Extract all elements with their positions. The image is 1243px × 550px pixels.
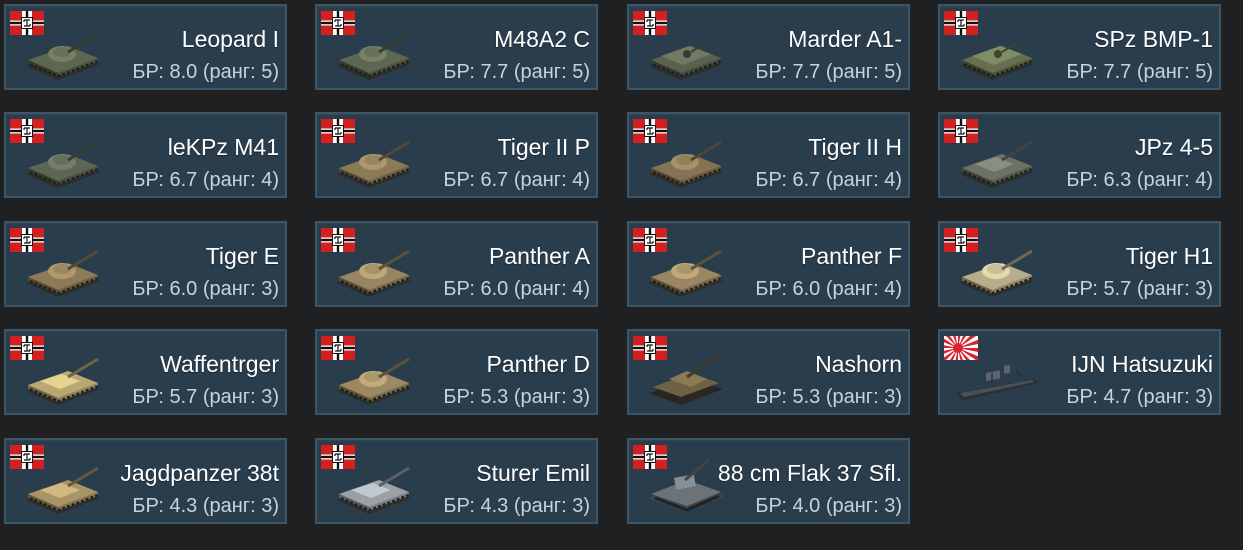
- vehicle-name: Tiger II H: [808, 134, 902, 160]
- battle-rating: БР: 6.3 (ранг: 4): [1066, 169, 1213, 191]
- vehicle-card[interactable]: Jagdpanzer 38t БР: 4.3 (ранг: 3): [4, 438, 287, 524]
- germany-flag-icon: [633, 228, 667, 252]
- germany-flag-icon: [321, 336, 355, 360]
- vehicle-name: Waffentrger: [160, 351, 279, 377]
- battle-rating: БР: 7.7 (ранг: 5): [755, 61, 902, 83]
- germany-flag-icon: [10, 445, 44, 469]
- germany-flag-icon: [633, 336, 667, 360]
- vehicle-name: IJN Hatsuzuki: [1071, 351, 1213, 377]
- germany-flag-icon: [944, 119, 978, 143]
- vehicle-name: Panther F: [801, 243, 902, 269]
- vehicle-name: JPz 4-5: [1135, 134, 1213, 160]
- battle-rating: БР: 8.0 (ранг: 5): [132, 61, 279, 83]
- battle-rating: БР: 6.0 (ранг: 3): [132, 278, 279, 300]
- germany-flag-icon: [633, 11, 667, 35]
- vehicle-grid: Leopard I БР: 8.0 (ранг: 5) M48A2 C БР: 7.…: [0, 0, 1243, 550]
- vehicle-card[interactable]: leKPz M41 БР: 6.7 (ранг: 4): [4, 112, 287, 198]
- battle-rating: БР: 6.7 (ранг: 4): [443, 169, 590, 191]
- vehicle-card[interactable]: Tiger H1 БР: 5.7 (ранг: 3): [938, 221, 1221, 307]
- battle-rating: БР: 5.7 (ранг: 3): [1066, 278, 1213, 300]
- germany-flag-icon: [321, 228, 355, 252]
- battle-rating: БР: 6.7 (ранг: 4): [132, 169, 279, 191]
- vehicle-card[interactable]: Panther D БР: 5.3 (ранг: 3): [315, 329, 598, 415]
- vehicle-name: M48A2 C: [494, 26, 590, 52]
- battle-rating: БР: 7.7 (ранг: 5): [443, 61, 590, 83]
- vehicle-name: Sturer Emil: [476, 460, 590, 486]
- vehicle-card[interactable]: Leopard I БР: 8.0 (ранг: 5): [4, 4, 287, 90]
- vehicle-card[interactable]: Nashorn БР: 5.3 (ранг: 3): [627, 329, 910, 415]
- germany-flag-icon: [321, 119, 355, 143]
- battle-rating: БР: 5.3 (ранг: 3): [755, 386, 902, 408]
- vehicle-card[interactable]: Tiger II P БР: 6.7 (ранг: 4): [315, 112, 598, 198]
- germany-flag-icon: [321, 445, 355, 469]
- battle-rating: БР: 6.0 (ранг: 4): [755, 278, 902, 300]
- vehicle-card[interactable]: Panther A БР: 6.0 (ранг: 4): [315, 221, 598, 307]
- vehicle-name: Tiger H1: [1125, 243, 1213, 269]
- vehicle-card[interactable]: SPz BMP-1 БР: 7.7 (ранг: 5): [938, 4, 1221, 90]
- battle-rating: БР: 4.3 (ранг: 3): [443, 495, 590, 517]
- germany-flag-icon: [944, 228, 978, 252]
- vehicle-name: Leopard I: [181, 26, 279, 52]
- vehicle-name: Tiger E: [205, 243, 279, 269]
- germany-flag-icon: [10, 336, 44, 360]
- germany-flag-icon: [944, 11, 978, 35]
- battle-rating: БР: 4.0 (ранг: 3): [755, 495, 902, 517]
- vehicle-name: Panther A: [488, 243, 590, 269]
- germany-flag-icon: [10, 11, 44, 35]
- vehicle-card[interactable]: Marder A1- БР: 7.7 (ранг: 5): [627, 4, 910, 90]
- vehicle-card[interactable]: Sturer Emil БР: 4.3 (ранг: 3): [315, 438, 598, 524]
- vehicle-name: Jagdpanzer 38t: [120, 460, 279, 486]
- vehicle-card[interactable]: 88 cm Flak 37 Sfl. БР: 4.0 (ранг: 3): [627, 438, 910, 524]
- vehicle-card[interactable]: Panther F БР: 6.0 (ранг: 4): [627, 221, 910, 307]
- germany-flag-icon: [633, 445, 667, 469]
- vehicle-card[interactable]: M48A2 C БР: 7.7 (ранг: 5): [315, 4, 598, 90]
- vehicle-name: 88 cm Flak 37 Sfl.: [717, 460, 902, 486]
- vehicle-name: leKPz M41: [167, 134, 279, 160]
- germany-flag-icon: [321, 11, 355, 35]
- vehicle-name: Tiger II P: [497, 134, 590, 160]
- vehicle-name: Marder A1-: [788, 26, 902, 52]
- battle-rating: БР: 5.3 (ранг: 3): [443, 386, 590, 408]
- battle-rating: БР: 5.7 (ранг: 3): [132, 386, 279, 408]
- vehicle-card[interactable]: Tiger II H БР: 6.7 (ранг: 4): [627, 112, 910, 198]
- germany-flag-icon: [10, 119, 44, 143]
- vehicle-card[interactable]: IJN Hatsuzuki БР: 4.7 (ранг: 3): [938, 329, 1221, 415]
- vehicle-name: SPz BMP-1: [1094, 26, 1213, 52]
- vehicle-name: Nashorn: [815, 351, 902, 377]
- vehicle-card[interactable]: Tiger E БР: 6.0 (ранг: 3): [4, 221, 287, 307]
- vehicle-name: Panther D: [486, 351, 590, 377]
- battle-rating: БР: 7.7 (ранг: 5): [1066, 61, 1213, 83]
- battle-rating: БР: 6.0 (ранг: 4): [443, 278, 590, 300]
- germany-flag-icon: [633, 119, 667, 143]
- battle-rating: БР: 4.7 (ранг: 3): [1066, 386, 1213, 408]
- germany-flag-icon: [10, 228, 44, 252]
- vehicle-card[interactable]: JPz 4-5 БР: 6.3 (ранг: 4): [938, 112, 1221, 198]
- battle-rating: БР: 6.7 (ранг: 4): [755, 169, 902, 191]
- vehicle-card[interactable]: Waffentrger БР: 5.7 (ранг: 3): [4, 329, 287, 415]
- japan-flag-icon: [944, 336, 978, 360]
- battle-rating: БР: 4.3 (ранг: 3): [132, 495, 279, 517]
